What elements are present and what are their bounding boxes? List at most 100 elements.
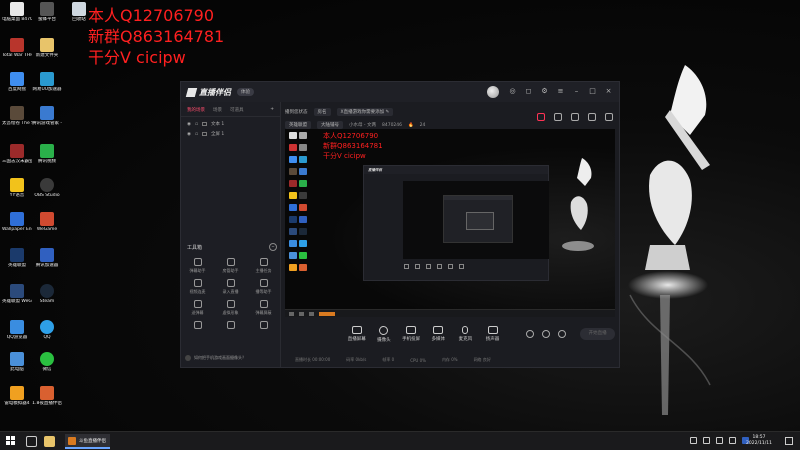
preview-taskbar bbox=[285, 309, 615, 317]
stream-preview[interactable]: 本人Q12706790 新群Q863164781 干分V cicipw 直播伴侣 bbox=[285, 129, 615, 317]
desktop-icon-taiwu[interactable]: 太吾绘卷 The Scr... bbox=[2, 106, 32, 126]
file-explorer-icon[interactable] bbox=[44, 436, 55, 447]
toolbox-title: 工具箱 bbox=[187, 245, 203, 251]
close-icon[interactable]: × bbox=[604, 87, 613, 96]
taskbar-app-live-assistant[interactable]: 斗鱼直播伴侣 bbox=[65, 434, 110, 449]
qq-icon bbox=[40, 320, 54, 334]
desktop-icon-total-war[interactable]: Total War THREE KI... bbox=[2, 38, 32, 58]
lock-icon[interactable]: ▫ bbox=[195, 122, 198, 127]
tool-danmu-block[interactable]: 弹幕屏蔽 bbox=[247, 300, 280, 316]
toolbox-collapse-button[interactable]: – bbox=[269, 243, 277, 251]
tab-props[interactable]: 可道具 bbox=[230, 107, 244, 113]
desktop-icon-ldplayer[interactable]: 雷电模拟器4 bbox=[2, 386, 32, 406]
tool-virtual-avatar[interactable]: 虚拟形象 bbox=[214, 300, 247, 316]
minimize-icon[interactable]: – bbox=[572, 87, 581, 96]
speaker-button[interactable]: 扬声器 bbox=[479, 326, 506, 342]
eye-icon[interactable]: ◉ bbox=[187, 132, 191, 137]
helper-icon bbox=[259, 279, 268, 287]
stream-info-row2: 英雄联盟 大陆铺号 小水母 - 文两 8470246 🔥 24 bbox=[285, 121, 615, 129]
tab-scenes[interactable]: 场景 bbox=[213, 107, 222, 113]
desktop-icon-baidu-netdisk[interactable]: 百度网盘 bbox=[2, 72, 32, 92]
task-view-icon[interactable] bbox=[26, 436, 37, 447]
record-icon[interactable] bbox=[526, 330, 535, 338]
clock[interactable]: 18:57 2022/11/11 bbox=[746, 435, 772, 447]
gift-icon[interactable] bbox=[537, 113, 545, 121]
desktop-icon-tencent-game[interactable]: 腾讯游戏管家 -专业加速 bbox=[32, 106, 62, 126]
speaker-icon bbox=[487, 326, 498, 334]
desktop-icon-live-assistant[interactable]: 1.8夜直播伴侣 bbox=[32, 386, 62, 406]
source-item-text[interactable]: ◉ ▫ 文本 1 bbox=[181, 117, 280, 128]
tencent-game-icon bbox=[40, 106, 54, 120]
settings-icon[interactable]: ⚙ bbox=[540, 87, 549, 96]
desktop-icon-wechat[interactable]: 微信 bbox=[32, 352, 62, 372]
tool-record[interactable]: 录入直播 bbox=[214, 279, 247, 295]
desktop-icon-sanguo[interactable]: 三国志汉末霸业 bbox=[2, 144, 32, 164]
camera-button[interactable]: 摄像头 bbox=[370, 325, 397, 343]
eye-icon[interactable]: ◉ bbox=[187, 122, 191, 127]
menu-icon[interactable]: ≡ bbox=[556, 87, 565, 96]
category-pill[interactable]: 英雄联盟 bbox=[285, 121, 311, 129]
desktop-icon-bee[interactable]: 蜜蜂平台 bbox=[32, 2, 62, 22]
tool-extra-1[interactable] bbox=[181, 321, 214, 331]
gear-icon[interactable] bbox=[558, 330, 567, 338]
top-right-tools bbox=[537, 113, 613, 121]
desktop-icon-wallpaper-engine[interactable]: Wallpaper Engine:... bbox=[2, 212, 32, 232]
room-title-pill[interactable]: X直播游戏你需要添加 ✎ bbox=[336, 108, 394, 116]
support-icon[interactable]: ◎ bbox=[508, 87, 517, 96]
desktop-icon-lol[interactable]: 英雄联盟 bbox=[2, 248, 32, 268]
lock-icon[interactable]: ▫ bbox=[195, 132, 198, 137]
desktop-icon-folder[interactable]: 新建文件夹 bbox=[32, 38, 62, 58]
volume-icon[interactable] bbox=[716, 437, 723, 444]
tab-my-scenes[interactable]: 我的场景 bbox=[187, 107, 205, 113]
nested-controls bbox=[404, 264, 464, 269]
pc-folder-icon bbox=[10, 2, 24, 16]
desktop-icon-qq[interactable]: QQ bbox=[32, 320, 62, 340]
share-icon[interactable] bbox=[588, 113, 596, 121]
media-button[interactable]: 多媒体 bbox=[425, 326, 452, 342]
tool-host-task[interactable]: 主播任务 bbox=[247, 258, 280, 274]
message-icon[interactable]: ◻ bbox=[524, 87, 533, 96]
bag-icon[interactable] bbox=[571, 113, 579, 121]
ime-icon[interactable] bbox=[729, 437, 736, 444]
desktop-icon-tencent-video[interactable]: 腾讯视频 bbox=[32, 144, 62, 164]
subcategory-pill[interactable]: 大陆铺号 bbox=[317, 121, 343, 129]
tool-extra-2[interactable] bbox=[214, 321, 247, 331]
desktop-icon-yy[interactable]: YY语音 bbox=[2, 178, 32, 198]
stats-icon[interactable] bbox=[554, 113, 562, 121]
mic-hint[interactable]: 如何把手机游戏画面摄像头？ bbox=[185, 353, 277, 362]
desktop-icon-this-pc[interactable]: 此电脑 bbox=[2, 352, 32, 372]
desktop-icon-wegame[interactable]: WeGame bbox=[32, 212, 62, 232]
tray-arrow-icon[interactable] bbox=[690, 437, 697, 444]
microphone-button[interactable]: 麦克风 bbox=[452, 326, 479, 342]
version-badge[interactable]: 体验 bbox=[237, 88, 254, 96]
desktop-icon-qq-browser[interactable]: QQ游览器 bbox=[2, 320, 32, 340]
tool-send-danmu[interactable]: 送弹幕 bbox=[181, 300, 214, 316]
tool-room-manager[interactable]: 房管助手 bbox=[214, 258, 247, 274]
desktop-icon-tencent-accel[interactable]: 腾讯加速器 bbox=[32, 248, 62, 268]
desktop-icon-steam[interactable]: Steam bbox=[32, 284, 62, 304]
tool-video-link[interactable]: 视频连麦 bbox=[181, 279, 214, 295]
eye-preview-icon[interactable] bbox=[542, 330, 551, 338]
start-live-button[interactable]: 开始直播 bbox=[580, 328, 616, 340]
add-scene-button[interactable]: + bbox=[270, 107, 274, 113]
notification-icon[interactable] bbox=[785, 437, 793, 445]
windows-start-icon[interactable] bbox=[6, 436, 16, 446]
total-war-icon bbox=[10, 38, 24, 52]
user-avatar[interactable] bbox=[487, 86, 499, 98]
desktop-icon-lol-wegame[interactable]: 英雄联盟 WeGame版 bbox=[2, 284, 32, 304]
source-item-fullscreen[interactable]: ◉ ▫ 全屏 1 bbox=[181, 127, 280, 138]
phone-cast-button[interactable]: 手机投屏 bbox=[398, 326, 425, 342]
desktop-icon-uu[interactable]: 网易UU加速器 bbox=[32, 72, 62, 92]
tool-extra-3[interactable] bbox=[247, 321, 280, 331]
desktop-icon-obs[interactable]: OBS Studio bbox=[32, 178, 62, 198]
maximize-icon[interactable]: □ bbox=[588, 87, 597, 96]
bell-icon[interactable] bbox=[605, 113, 613, 121]
tool-danmu-assistant[interactable]: 弹幕助手 bbox=[181, 258, 214, 274]
screen-capture-button[interactable]: 直播屏幕 bbox=[343, 326, 370, 342]
avatar-tool-icon bbox=[226, 300, 235, 308]
room-name-pill[interactable]: 房名 bbox=[313, 108, 331, 116]
network-icon[interactable] bbox=[703, 437, 710, 444]
desktop-icon-pc-folder[interactable]: 电脑桌面 8470246 bbox=[2, 2, 32, 22]
tool-broadcast-helper[interactable]: 播等助手 bbox=[247, 279, 280, 295]
title-bar: 直播伴侣 体验 ◎ ◻ ⚙ ≡ – □ × bbox=[181, 82, 619, 102]
